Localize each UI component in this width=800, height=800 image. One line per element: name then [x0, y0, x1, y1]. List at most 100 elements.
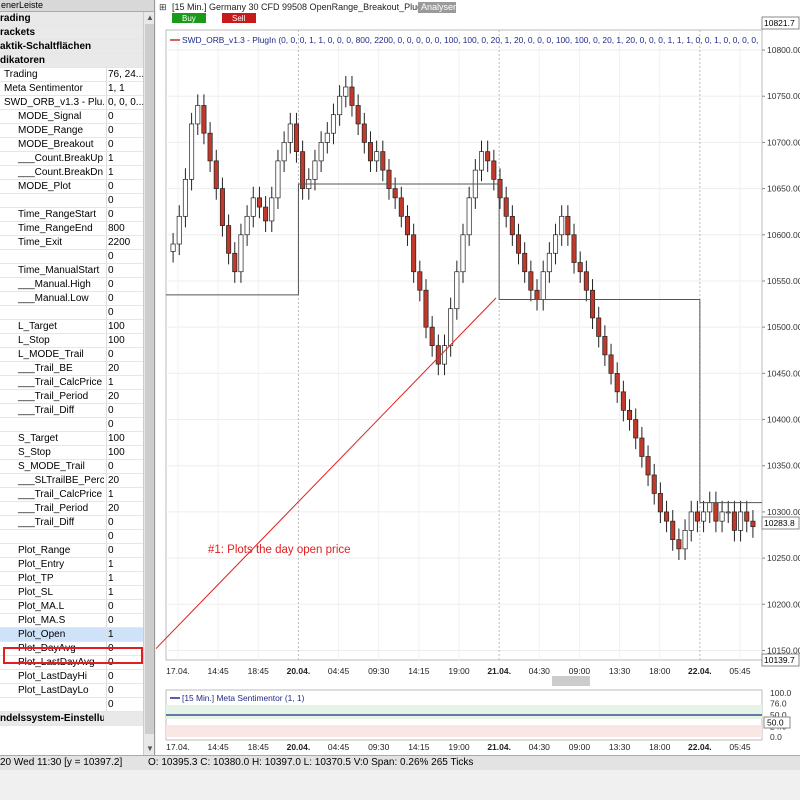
- property-row[interactable]: ___Trail_Diff 0: [0, 516, 143, 530]
- property-row[interactable]: S_Stop 100: [0, 446, 143, 460]
- property-value[interactable]: 0: [106, 306, 143, 319]
- property-value[interactable]: 1: [106, 628, 143, 641]
- property-row[interactable]: Plot_Entry 1: [0, 558, 143, 572]
- property-value[interactable]: 20: [106, 474, 143, 487]
- property-value[interactable]: 0: [106, 418, 143, 431]
- property-value[interactable]: 0: [106, 180, 143, 193]
- property-row[interactable]: S_Target 100: [0, 432, 143, 446]
- property-value[interactable]: 0: [106, 278, 143, 291]
- property-value[interactable]: 100: [106, 334, 143, 347]
- property-value[interactable]: 0: [106, 516, 143, 529]
- property-row[interactable]: ___Manual.Low 0: [0, 292, 143, 306]
- property-row[interactable]: Time_RangeStart 0: [0, 208, 143, 222]
- panel-category[interactable]: ndelssystem-Einstellungen: [0, 712, 143, 726]
- property-row[interactable]: L_Target 100: [0, 320, 143, 334]
- horizontal-scroll-thumb[interactable]: [552, 676, 590, 686]
- property-row[interactable]: Plot_LastDayLo 0: [0, 684, 143, 698]
- property-value[interactable]: 0: [106, 684, 143, 697]
- property-value[interactable]: 1: [106, 572, 143, 585]
- property-value[interactable]: 0: [106, 208, 143, 221]
- property-row[interactable]: Time_RangeEnd 800: [0, 222, 143, 236]
- scroll-down-icon[interactable]: ▼: [144, 743, 154, 755]
- property-value[interactable]: 0: [106, 110, 143, 123]
- property-row[interactable]: ___Count.BreakDn 1: [0, 166, 143, 180]
- property-value[interactable]: 0: [106, 264, 143, 277]
- property-value[interactable]: 0: [106, 250, 143, 263]
- property-row[interactable]: Plot_MA.S 0: [0, 614, 143, 628]
- panel-category[interactable]: dikatoren: [0, 54, 143, 68]
- property-value[interactable]: 0: [106, 292, 143, 305]
- chart-svg[interactable]: [15 Min.] Germany 30 CFD 99508 OpenRange…: [156, 0, 800, 755]
- property-row[interactable]: MODE_Breakout 0: [0, 138, 143, 152]
- property-value[interactable]: 0: [106, 194, 143, 207]
- property-value[interactable]: 1: [106, 558, 143, 571]
- panel-scrollbar[interactable]: ▲ ▼: [143, 12, 154, 755]
- property-row[interactable]: ___Trail_CalcPrice 1: [0, 488, 143, 502]
- property-value[interactable]: 0: [106, 460, 143, 473]
- property-row[interactable]: MODE_Range 0: [0, 124, 143, 138]
- property-value[interactable]: 1, 1: [106, 82, 143, 95]
- property-row[interactable]: Time_Exit 2200: [0, 236, 143, 250]
- property-value[interactable]: 20: [106, 390, 143, 403]
- property-row[interactable]: ___Trail_Period 20: [0, 390, 143, 404]
- property-value[interactable]: 0: [106, 670, 143, 683]
- scroll-up-icon[interactable]: ▲: [144, 12, 154, 24]
- property-value[interactable]: 0: [106, 614, 143, 627]
- property-value[interactable]: 0: [106, 348, 143, 361]
- scroll-thumb[interactable]: [145, 24, 154, 734]
- property-row[interactable]: ___Trail_BE 20: [0, 362, 143, 376]
- property-row[interactable]: 0: [0, 194, 143, 208]
- property-value[interactable]: 0: [106, 544, 143, 557]
- chart-area[interactable]: [15 Min.] Germany 30 CFD 99508 OpenRange…: [156, 0, 800, 755]
- property-row[interactable]: Plot_MA.L 0: [0, 600, 143, 614]
- property-row[interactable]: Plot_Range 0: [0, 544, 143, 558]
- property-row[interactable]: SWD_ORB_v1.3 - Plu... 0, 0, 0...: [0, 96, 143, 110]
- property-value[interactable]: 100: [106, 432, 143, 445]
- property-row[interactable]: ___Count.BreakUp 1: [0, 152, 143, 166]
- expand-icon[interactable]: ⊞: [159, 2, 167, 12]
- property-row[interactable]: Trading 76, 24...: [0, 68, 143, 82]
- property-row[interactable]: MODE_Plot 0: [0, 180, 143, 194]
- property-row[interactable]: L_MODE_Trail 0: [0, 348, 143, 362]
- property-row[interactable]: L_Stop 100: [0, 334, 143, 348]
- property-row[interactable]: 0: [0, 530, 143, 544]
- main-plot[interactable]: [165, 29, 763, 661]
- property-row[interactable]: ___Trail_Diff 0: [0, 404, 143, 418]
- property-value[interactable]: 0: [106, 600, 143, 613]
- property-value[interactable]: 76, 24...: [106, 68, 143, 81]
- property-value[interactable]: 0, 0, 0...: [106, 96, 143, 109]
- panel-category[interactable]: rading: [0, 12, 143, 26]
- property-row[interactable]: Plot_LastDayHi 0: [0, 670, 143, 684]
- property-value[interactable]: 1: [106, 376, 143, 389]
- property-value[interactable]: 100: [106, 446, 143, 459]
- sub-label[interactable]: [15 Min.] Meta Sentimentor (1, 1): [182, 693, 305, 703]
- property-row[interactable]: 0: [0, 306, 143, 320]
- property-row[interactable]: Time_ManualStart 0: [0, 264, 143, 278]
- property-row[interactable]: Plot_SL 1: [0, 586, 143, 600]
- property-row[interactable]: S_MODE_Trail 0: [0, 460, 143, 474]
- panel-category[interactable]: rackets: [0, 26, 143, 40]
- property-row[interactable]: ___Manual.High 0: [0, 278, 143, 292]
- property-row[interactable]: ___Trail_Period 20: [0, 502, 143, 516]
- property-value[interactable]: 0: [106, 698, 143, 711]
- panel-category[interactable]: aktik-Schaltflächen: [0, 40, 143, 54]
- property-value[interactable]: 1: [106, 488, 143, 501]
- property-row[interactable]: Plot_Open 1: [0, 628, 143, 642]
- property-row[interactable]: 0: [0, 418, 143, 432]
- property-row[interactable]: Plot_TP 1: [0, 572, 143, 586]
- property-row[interactable]: ___Trail_CalcPrice 1: [0, 376, 143, 390]
- price-axis[interactable]: 10800.00 10750.00 10700.00 10650.00 10600.00…: [762, 45, 800, 655]
- property-value[interactable]: 20: [106, 362, 143, 375]
- property-value[interactable]: 2200: [106, 236, 143, 249]
- property-value[interactable]: 0: [106, 138, 143, 151]
- property-row[interactable]: Meta Sentimentor 1, 1: [0, 82, 143, 96]
- property-row[interactable]: ___SLTrailBE_Perc 20: [0, 474, 143, 488]
- property-value[interactable]: 1: [106, 586, 143, 599]
- property-value[interactable]: 100: [106, 320, 143, 333]
- property-row[interactable]: 0: [0, 698, 143, 712]
- property-value[interactable]: 0: [106, 404, 143, 417]
- property-value[interactable]: 0: [106, 124, 143, 137]
- property-value[interactable]: 20: [106, 502, 143, 515]
- property-row[interactable]: 0: [0, 250, 143, 264]
- property-value[interactable]: 0: [106, 530, 143, 543]
